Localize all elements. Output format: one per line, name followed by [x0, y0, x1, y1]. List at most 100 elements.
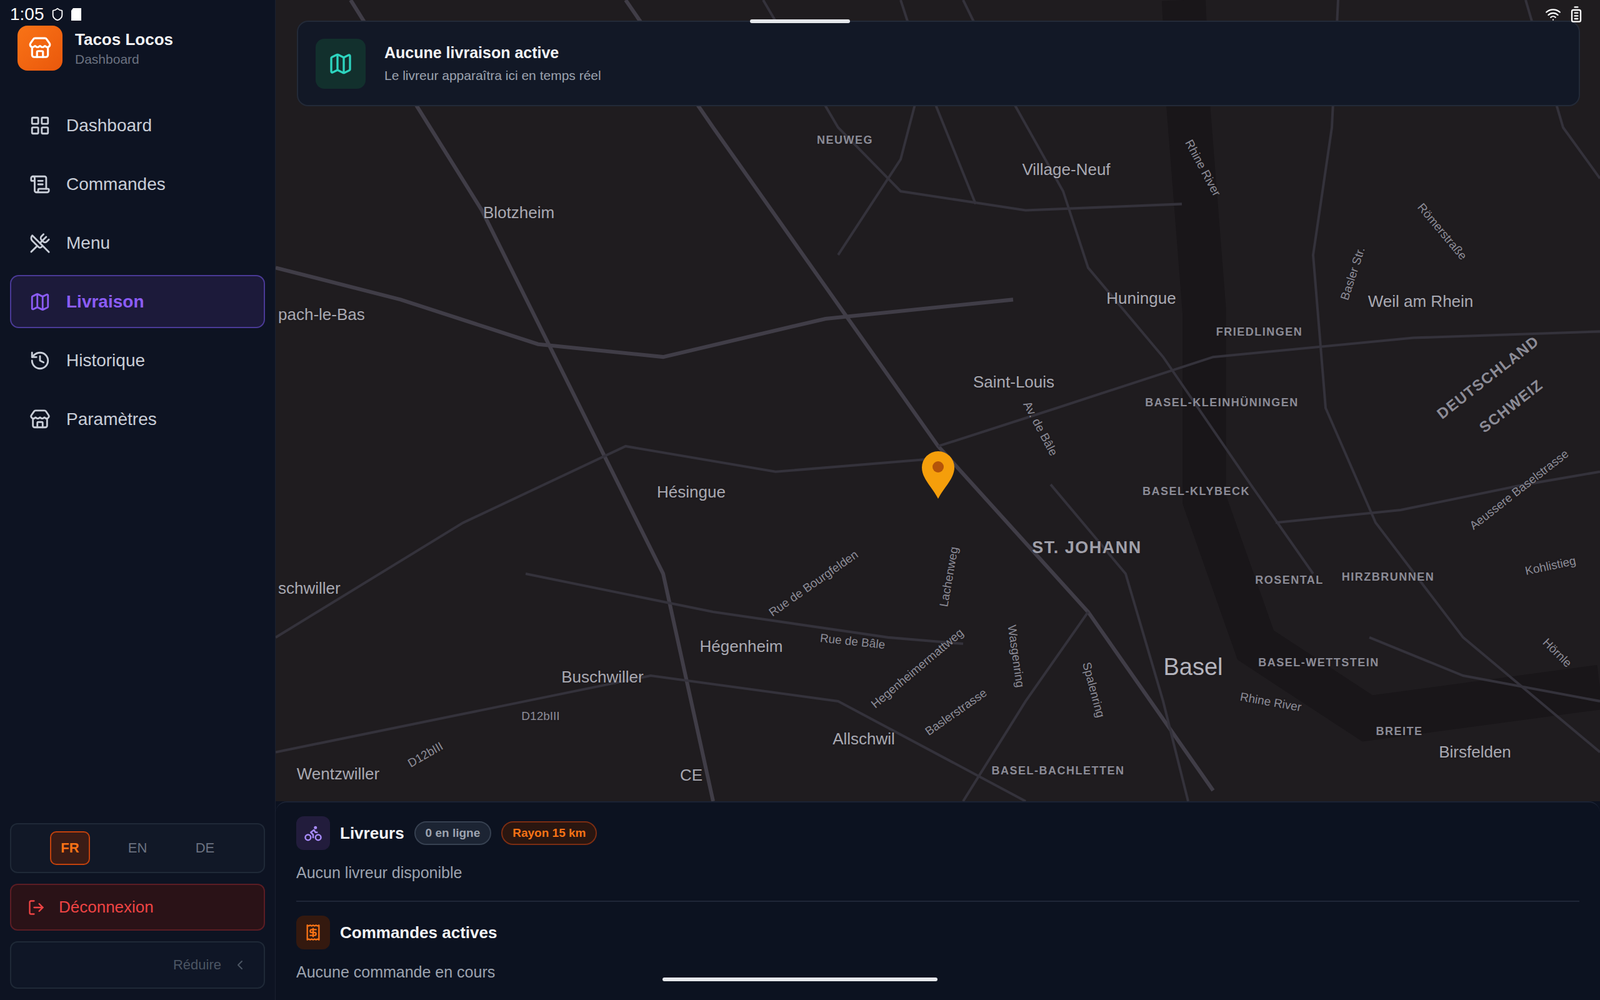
sidebar-item-label: Livraison — [66, 291, 144, 312]
sidebar-item-label: Historique — [66, 350, 145, 371]
brand: Tacos LocosDashboard — [10, 25, 265, 71]
store-logo-icon — [17, 25, 63, 71]
sidebar-item[interactable]: Menu — [10, 216, 265, 270]
scooter-icon — [296, 816, 330, 850]
map-label: ST. JOHANN — [1031, 538, 1142, 558]
brand-subtitle: Dashboard — [75, 51, 174, 67]
online-badge: 0 en ligne — [414, 821, 492, 845]
map-label: BREITE — [1375, 725, 1423, 739]
map-label: Hésingue — [656, 483, 726, 502]
sidebar-item[interactable]: Livraison — [10, 275, 265, 329]
map-label: ROSENTAL — [1255, 574, 1324, 587]
map-label: Spalenring — [1079, 660, 1107, 719]
brand-text: Tacos LocosDashboard — [75, 30, 174, 67]
map-label: NEUWEG — [816, 134, 874, 147]
orders-title: Commandes actives — [340, 923, 497, 943]
nav-icon — [29, 115, 51, 137]
collapse-label: Réduire — [173, 956, 222, 974]
map-label: Hégenheim — [700, 637, 784, 656]
map[interactable]: NEUWEG Village-Neuf Blotzheim Huningue FRIED… — [275, 0, 1600, 802]
map-label: Allschwil — [832, 730, 895, 749]
divider — [296, 900, 1580, 902]
map-label: Buschwiller — [561, 668, 644, 687]
language-switcher: FR EN DE — [10, 823, 265, 874]
receipt-icon — [296, 915, 330, 950]
map-label: Huningue — [1106, 289, 1176, 308]
couriers-empty: Aucun livreur disponible — [296, 863, 1580, 882]
top-handle — [750, 19, 850, 24]
map-label: Birsfelden — [1438, 743, 1512, 762]
orders-empty: Aucune commande en cours — [296, 963, 1580, 982]
map-label: BASEL-WETTSTEIN — [1258, 656, 1380, 670]
map-label: Basel — [1163, 654, 1223, 681]
map-label: Römerstraße — [1414, 201, 1469, 263]
sidebar-nav: Dashboard Commandes Menu Livraison Historiqu… — [10, 98, 265, 446]
language-button[interactable]: DE — [185, 831, 225, 865]
bottom-panel: Livreurs 0 en ligne Rayon 15 km Aucun livre… — [275, 801, 1600, 1000]
banner-title: Aucune livraison active — [384, 43, 602, 62]
orders-header: Commandes actives — [296, 915, 1580, 950]
delivery-banner: Aucune livraison active Le livreur appara… — [296, 20, 1580, 107]
main: NEUWEG Village-Neuf Blotzheim Huningue FRIED… — [275, 0, 1600, 1000]
sidebar-bottom: FR EN DE Déconnexion Réduire — [10, 823, 265, 989]
nav-icon — [29, 291, 51, 313]
map-label: Wentzwiller — [296, 765, 380, 784]
map-label: Weil am Rhein — [1368, 292, 1474, 311]
map-label: DEUTSCHLAND — [1433, 332, 1542, 422]
map-label: Hörnle — [1540, 636, 1574, 670]
chevron-left-icon — [232, 957, 248, 973]
map-label: BASEL-KLEINHÜNINGEN — [1145, 396, 1299, 410]
map-label: Kohlistieg — [1524, 554, 1578, 579]
restaurant-pin-icon[interactable] — [920, 450, 957, 500]
banner-subtitle: Le livreur apparaîtra ici en temps réel — [384, 68, 602, 84]
sidebar-item[interactable]: Dashboard — [10, 98, 265, 152]
couriers-header: Livreurs 0 en ligne Rayon 15 km — [296, 816, 1580, 850]
map-label: Baslerstrasse — [923, 686, 990, 739]
map-label: Village-Neuf — [1021, 160, 1110, 179]
sidebar-item[interactable]: Historique — [10, 333, 265, 387]
nav-icon — [29, 408, 51, 430]
couriers-section: Livreurs 0 en ligne Rayon 15 km Aucun livre… — [296, 816, 1580, 901]
map-label: Saint-Louis — [973, 373, 1055, 392]
banner-text: Aucune livraison active Le livreur appara… — [384, 43, 602, 84]
home-indicator[interactable] — [662, 977, 938, 982]
sidebar: Tacos LocosDashboardDashboardCommandesMe… — [0, 0, 276, 1000]
sidebar-item-label: Menu — [66, 233, 110, 254]
map-label: Wasgenring — [1005, 624, 1027, 689]
map-label: Aeussere Baselstrasse — [1467, 447, 1572, 533]
language-button[interactable]: FR — [50, 831, 90, 865]
map-label: BASEL-BACHLETTEN — [991, 765, 1125, 778]
map-label: CE — [680, 766, 703, 785]
map-label: Rue de Bourgfelden — [766, 548, 861, 620]
orders-section: Commandes actives Aucune commande en cour… — [296, 915, 1580, 1000]
map-label: BASEL-KLYBECK — [1142, 485, 1250, 499]
sidebar-item[interactable]: Paramètres — [10, 392, 265, 446]
map-label: Lachenweg — [937, 545, 961, 608]
map-label: FRIEDLINGEN — [1216, 326, 1304, 339]
sidebar-item-label: Dashboard — [66, 115, 152, 136]
sidebar-item[interactable]: Commandes — [10, 157, 265, 211]
nav-icon — [29, 173, 51, 195]
map-label: Basler Str. — [1338, 245, 1369, 302]
sidebar-item-label: Paramètres — [66, 409, 157, 430]
logout-button[interactable]: Déconnexion — [10, 883, 265, 931]
logout-label: Déconnexion — [58, 897, 154, 917]
logout-icon — [27, 898, 45, 917]
radius-badge: Rayon 15 km — [501, 821, 597, 845]
sidebar-item-label: Commandes — [66, 174, 166, 195]
map-label: D12bIII — [521, 710, 560, 724]
collapse-button[interactable]: Réduire — [10, 941, 265, 989]
map-label: schwiller — [278, 579, 341, 598]
couriers-title: Livreurs — [340, 823, 405, 844]
nav-icon — [29, 232, 51, 254]
map-roads — [275, 0, 1600, 802]
nav-icon — [29, 350, 51, 372]
map-label: D12bIII — [405, 740, 446, 771]
map-label: pach-le-Bas — [278, 305, 365, 324]
map-label: Blotzheim — [483, 203, 555, 222]
language-button[interactable]: EN — [117, 831, 158, 865]
map-icon — [315, 38, 366, 89]
app-screen: 1:05Tacos LocosDashboardDashboardCommand… — [0, 0, 1600, 1000]
map-label: HIRZBRUNNEN — [1341, 571, 1435, 584]
brand-name: Tacos Locos — [75, 30, 174, 50]
